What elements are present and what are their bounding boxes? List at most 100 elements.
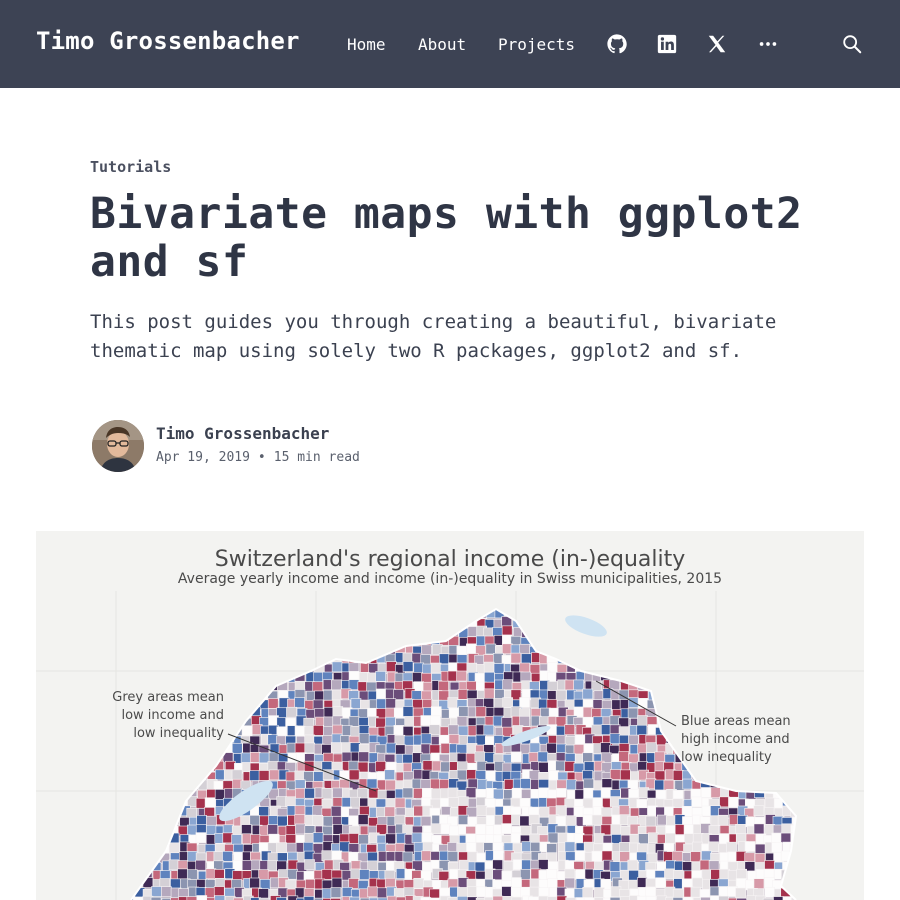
municipality-cell: [421, 644, 432, 656]
municipality-cell: [692, 841, 703, 853]
municipality-cell: [385, 833, 396, 845]
municipality-cell: [132, 645, 144, 656]
municipality-cell: [772, 636, 784, 648]
municipality-cell: [375, 717, 387, 729]
municipality-cell: [459, 859, 470, 871]
post-summary: This post guides you through creating a …: [90, 311, 777, 362]
municipality-cell: [196, 815, 208, 826]
nav-about[interactable]: About: [418, 35, 466, 54]
municipality-cell: [511, 609, 523, 620]
municipality-cell: [708, 841, 719, 853]
municipality-cell: [359, 634, 370, 646]
municipality-cell: [151, 886, 162, 897]
municipality-cell: [285, 796, 296, 808]
municipality-cell: [285, 825, 297, 836]
municipality-cell: [131, 877, 137, 889]
municipality-cell: [763, 670, 775, 682]
municipality-cell: [294, 618, 306, 630]
municipality-cell: [411, 832, 423, 844]
nav-home[interactable]: Home: [347, 35, 386, 54]
municipality-cell: [618, 805, 630, 816]
municipality-cell: [637, 698, 649, 709]
municipality-cell: [249, 815, 261, 826]
municipality-cell: [753, 878, 765, 890]
municipality-cell: [762, 769, 774, 781]
municipality-cell: [691, 591, 701, 601]
municipality-cell: [195, 753, 206, 764]
municipality-cell: [234, 591, 244, 601]
municipality-cell: [386, 661, 397, 672]
municipality-cell: [737, 662, 748, 674]
x-icon[interactable]: [706, 33, 728, 55]
municipality-cell: [708, 672, 720, 684]
municipality-cell: [681, 609, 693, 610]
municipality-cell: [241, 592, 251, 602]
municipality-cell: [564, 868, 576, 880]
municipality-cell: [592, 797, 604, 808]
municipality-cell: [583, 743, 595, 754]
municipality-cell: [224, 644, 236, 655]
nav-projects[interactable]: Projects: [498, 35, 575, 54]
municipality-cell: [186, 609, 198, 610]
municipality-cell: [573, 609, 585, 611]
municipality-cell: [131, 780, 135, 792]
municipality-cell: [115, 851, 125, 861]
municipality-cell: [259, 635, 270, 647]
municipality-cell: [474, 751, 486, 763]
municipality-cell: [159, 806, 171, 818]
site-brand[interactable]: Timo Grossenbacher: [36, 27, 300, 55]
municipality-cell: [476, 779, 488, 790]
municipality-cell: [385, 698, 397, 709]
municipality-cell: [153, 796, 164, 808]
municipality-cell: [520, 825, 532, 837]
municipality-cell: [413, 628, 425, 639]
municipality-cell: [629, 618, 641, 630]
municipality-cell: [582, 798, 594, 810]
municipality-cell: [304, 628, 316, 639]
municipality-cell: [564, 634, 576, 646]
municipality-cell: [466, 662, 478, 674]
municipality-cell: [144, 770, 155, 782]
municipality-cell: [350, 644, 362, 656]
municipality-cell: [620, 654, 632, 666]
municipality-cell: [278, 609, 289, 620]
municipality-cell: [421, 599, 431, 609]
municipality-cell: [259, 609, 271, 619]
municipality-cell: [240, 752, 252, 764]
post-category[interactable]: Tutorials: [90, 158, 171, 176]
more-icon[interactable]: [757, 33, 779, 55]
municipality-cell: [132, 824, 144, 836]
municipality-cell: [134, 871, 146, 882]
municipality-cell: [591, 814, 603, 826]
municipality-cell: [726, 609, 738, 619]
municipality-cell: [358, 652, 369, 663]
municipality-cell: [476, 805, 488, 817]
municipality-cell: [420, 779, 432, 790]
municipality-cell: [267, 824, 279, 835]
municipality-cell: [186, 635, 198, 647]
municipality-cell: [116, 591, 126, 601]
municipality-cell: [296, 609, 308, 612]
municipality-cell: [800, 672, 810, 682]
municipality-cell: [692, 699, 704, 710]
municipality-cell: [492, 859, 503, 871]
municipality-cell: [332, 637, 344, 648]
municipality-cell: [737, 609, 748, 621]
municipality-cell: [169, 763, 181, 774]
municipality-cell: [628, 599, 638, 609]
municipality-cell: [162, 663, 173, 675]
municipality-cell: [304, 742, 316, 754]
municipality-cell: [564, 841, 576, 853]
municipality-cell: [349, 609, 361, 610]
municipality-cell: [789, 627, 796, 639]
municipality-cell: [285, 635, 297, 646]
municipality-cell: [791, 798, 796, 810]
municipality-cell: [720, 769, 731, 781]
linkedin-icon[interactable]: [656, 33, 678, 55]
search-icon[interactable]: [841, 33, 863, 55]
github-icon[interactable]: [606, 33, 628, 55]
municipality-cell: [339, 609, 351, 619]
municipality-cell: [583, 609, 594, 619]
municipality-cell: [180, 743, 191, 754]
municipality-cell: [287, 610, 299, 621]
